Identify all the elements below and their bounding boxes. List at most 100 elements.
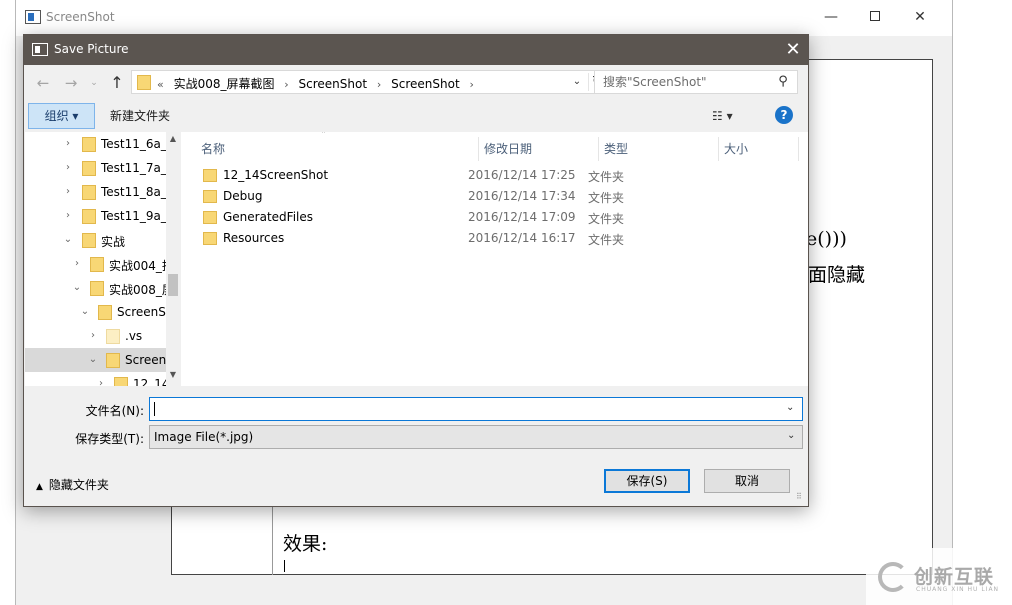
- chevron-down-icon[interactable]: ⌄: [786, 402, 794, 413]
- folder-icon: [106, 329, 120, 344]
- chevron-down-icon[interactable]: ⌄: [72, 280, 82, 296]
- scroll-up-icon[interactable]: ▲: [166, 134, 180, 146]
- tree-item[interactable]: › Test11_9a_: [25, 204, 167, 228]
- cancel-button[interactable]: 取消: [704, 469, 790, 493]
- background-text-fragment: e())): [806, 228, 847, 250]
- filename-label: 文件名(N):: [85, 404, 144, 418]
- hide-folders-toggle[interactable]: ▲ 隐藏文件夹: [36, 476, 109, 493]
- file-name: GeneratedFiles: [223, 210, 313, 224]
- column-header-date[interactable]: 修改日期: [479, 137, 599, 161]
- breadcrumb-separator-icon[interactable]: ›: [284, 78, 288, 91]
- background-close-button[interactable]: ✕: [905, 7, 935, 27]
- file-list: ˄ 名称 修改日期 类型 大小 12_14ScreenShot 2016/12/…: [181, 132, 808, 386]
- chevron-down-icon[interactable]: ⌄: [63, 232, 73, 248]
- chevron-right-icon[interactable]: ›: [96, 376, 106, 386]
- background-text-fragment: 面隐藏: [808, 264, 866, 286]
- file-date: 2016/12/14 16:17: [468, 231, 576, 245]
- column-header-type[interactable]: 类型: [599, 137, 719, 161]
- tree-item[interactable]: › 12_14: [25, 372, 170, 386]
- watermark-subtext: CHUANG XIN HU LIAN: [916, 586, 1000, 593]
- folder-icon: [203, 169, 217, 182]
- address-bar[interactable]: « 实战008_屏幕截图 › ScreenShot › ScreenShot ›…: [131, 70, 609, 94]
- tree-item[interactable]: › Test11_6a_: [25, 132, 167, 156]
- file-row[interactable]: Resources 2016/12/14 16:17 文件夹: [199, 229, 624, 250]
- folder-icon: [203, 190, 217, 203]
- new-folder-button[interactable]: 新建文件夹: [104, 103, 176, 129]
- tree-item[interactable]: › 实战004_抖: [25, 252, 174, 276]
- minimize-button[interactable]: —: [816, 7, 846, 27]
- forward-arrow-icon[interactable]: →: [62, 73, 80, 93]
- tree-item-selected[interactable]: ⌄ Screen: [25, 348, 166, 372]
- filetype-select[interactable]: Image File(*.jpg): [149, 425, 803, 449]
- watermark-logo-icon: [878, 562, 908, 592]
- text-cursor: [284, 560, 285, 572]
- file-name: 12_14ScreenShot: [223, 168, 329, 182]
- tree-scrollbar[interactable]: ▲ ▼: [166, 132, 180, 386]
- tree-item[interactable]: ⌄ 实战008_屏: [25, 276, 174, 300]
- chevron-right-icon[interactable]: ›: [88, 328, 98, 344]
- file-row[interactable]: GeneratedFiles 2016/12/14 17:09 文件夹: [199, 208, 624, 229]
- chevron-right-icon[interactable]: ›: [63, 160, 73, 176]
- chevron-right-icon[interactable]: ›: [63, 208, 73, 224]
- watermark-text: 创新互联: [914, 566, 995, 588]
- dialog-app-icon: [32, 43, 48, 56]
- chevron-down-icon[interactable]: ⌄: [88, 352, 98, 368]
- folder-icon: [114, 377, 128, 386]
- chevron-right-icon[interactable]: ›: [63, 136, 73, 152]
- breadcrumb-item[interactable]: ScreenShot: [299, 77, 368, 91]
- background-window-title: ScreenShot: [46, 10, 115, 24]
- chevron-right-icon[interactable]: ›: [63, 184, 73, 200]
- file-type: 文件夹: [588, 233, 625, 247]
- folder-icon: [82, 209, 96, 224]
- text-cursor: [154, 402, 155, 416]
- file-row[interactable]: 12_14ScreenShot 2016/12/14 17:25 文件夹: [199, 166, 624, 187]
- breadcrumb-overflow[interactable]: «: [157, 78, 164, 91]
- chevron-down-icon[interactable]: ⌄: [80, 304, 90, 320]
- chevron-up-icon: ▲: [36, 482, 43, 492]
- tree-item[interactable]: › Test11_8a_: [25, 180, 167, 204]
- filename-input[interactable]: [149, 397, 803, 421]
- tree-item[interactable]: ⌄ ScreenS: [25, 300, 166, 324]
- save-button[interactable]: 保存(S): [604, 469, 690, 493]
- chevron-right-icon[interactable]: ›: [72, 256, 82, 272]
- breadcrumb-item[interactable]: 实战008_屏幕截图: [174, 77, 275, 91]
- folder-icon: [82, 161, 96, 176]
- folder-icon: [90, 257, 104, 272]
- column-header-name[interactable]: 名称: [196, 137, 479, 161]
- folder-icon: [82, 137, 96, 152]
- scrollbar-thumb[interactable]: [168, 274, 178, 296]
- tree-item[interactable]: › .vs: [25, 324, 166, 348]
- chevron-down-icon[interactable]: ⌄: [570, 74, 584, 90]
- recent-locations-chevron-icon[interactable]: ⌄: [88, 73, 100, 93]
- tree-item-label: Test11_8a_: [101, 185, 167, 199]
- help-icon[interactable]: ?: [775, 106, 793, 124]
- resize-grip-icon[interactable]: ⠿: [796, 493, 808, 506]
- column-header-size[interactable]: 大小: [719, 137, 799, 161]
- view-options-icon[interactable]: ☷ ▾: [712, 107, 752, 125]
- dialog-titlebar[interactable]: Save Picture ✕: [24, 35, 808, 65]
- watermark: 创新互联 CHUANG XIN HU LIAN: [866, 548, 1012, 605]
- back-arrow-icon[interactable]: ←: [34, 73, 52, 93]
- tree-item[interactable]: › Test11_7a_: [25, 156, 167, 180]
- search-icon[interactable]: ⚲: [775, 74, 791, 90]
- breadcrumb-item[interactable]: ScreenShot: [391, 77, 460, 91]
- search-box: ⚲: [594, 70, 798, 94]
- file-row[interactable]: Debug 2016/12/14 17:34 文件夹: [199, 187, 624, 208]
- file-type: 文件夹: [588, 212, 625, 226]
- scroll-down-icon[interactable]: ▼: [166, 370, 180, 382]
- organize-button[interactable]: 组织 ▾: [28, 103, 95, 129]
- file-date: 2016/12/14 17:09: [468, 210, 576, 224]
- breadcrumb-separator-icon[interactable]: ›: [377, 78, 381, 91]
- folder-icon: [82, 185, 96, 200]
- folder-icon: [203, 232, 217, 245]
- tree-item[interactable]: ⌄ 实战: [25, 228, 166, 252]
- up-arrow-icon[interactable]: ↑: [108, 73, 126, 93]
- breadcrumb-separator-icon[interactable]: ›: [469, 78, 473, 91]
- maximize-button[interactable]: [860, 7, 890, 27]
- chevron-down-icon[interactable]: ⌄: [787, 430, 795, 441]
- dialog-close-button[interactable]: ✕: [780, 38, 806, 62]
- tree-item-label: Test11_7a_: [101, 161, 167, 175]
- search-input[interactable]: [595, 71, 771, 93]
- tree-item-label: Screen: [125, 353, 167, 367]
- file-date: 2016/12/14 17:25: [468, 168, 576, 182]
